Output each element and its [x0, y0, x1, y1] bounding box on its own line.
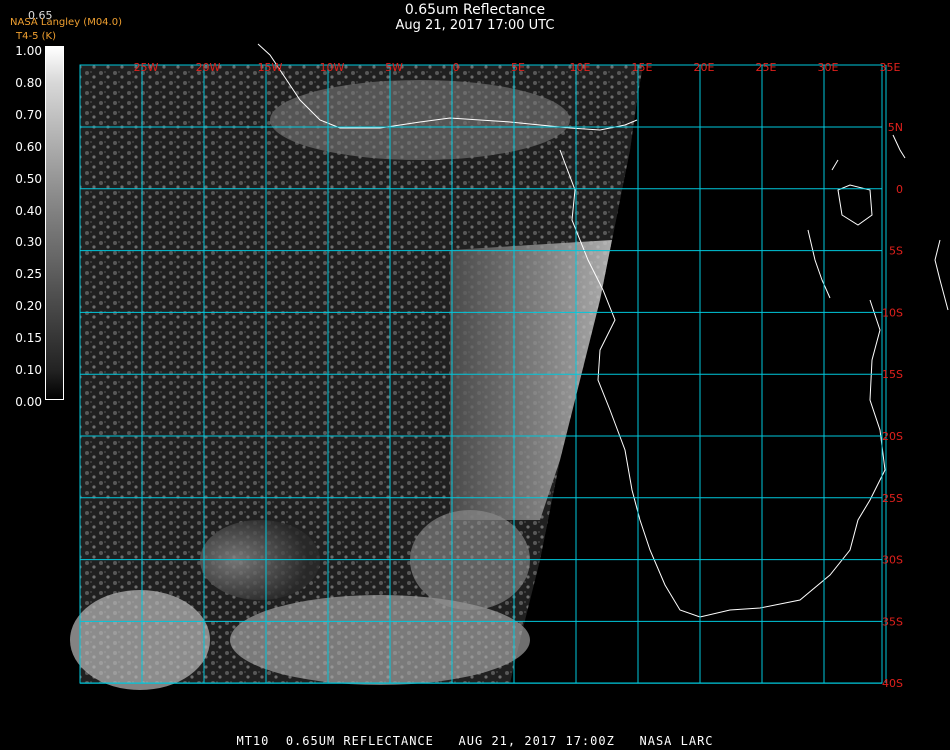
latitude-label: 10S: [882, 306, 903, 319]
longitude-label: 30E: [818, 61, 839, 74]
longitude-label: 35E: [880, 61, 901, 74]
footer-caption: MT10 0.65UM REFLECTANCE AUG 21, 2017 17:…: [236, 734, 714, 748]
longitude-label: 20W: [196, 61, 221, 74]
latitude-label: 0: [896, 183, 903, 196]
latitude-labels: 5N 0 5S 10S 15S 20S 25S 30S 35S 40S: [882, 121, 903, 690]
latitude-label: 30S: [882, 554, 903, 567]
longitude-label: 25E: [756, 61, 777, 74]
satellite-imagery: [70, 65, 643, 690]
longitude-label: 10E: [570, 61, 591, 74]
longitude-label: 10W: [320, 61, 345, 74]
latitude-label: 5N: [888, 121, 903, 134]
longitude-label: 0: [453, 61, 460, 74]
latitude-label: 15S: [882, 368, 903, 381]
longitude-label: 20E: [694, 61, 715, 74]
latitude-label: 25S: [882, 492, 903, 505]
longitude-label: 5E: [511, 61, 525, 74]
longitude-label: 15E: [632, 61, 653, 74]
latitude-label: 20S: [882, 430, 903, 443]
longitude-label: 5W: [385, 61, 403, 74]
satellite-map: 25W 20W 15W 10W 5W 0 5E 10E 15E 20E 25E 30E 35E 5N05…: [70, 43, 949, 690]
latitude-label: 40S: [882, 677, 903, 690]
longitude-label: 15W: [258, 61, 283, 74]
longitude-label: 25W: [134, 61, 159, 74]
latitude-label: 5S: [889, 245, 903, 258]
latitude-label: 35S: [882, 615, 903, 628]
